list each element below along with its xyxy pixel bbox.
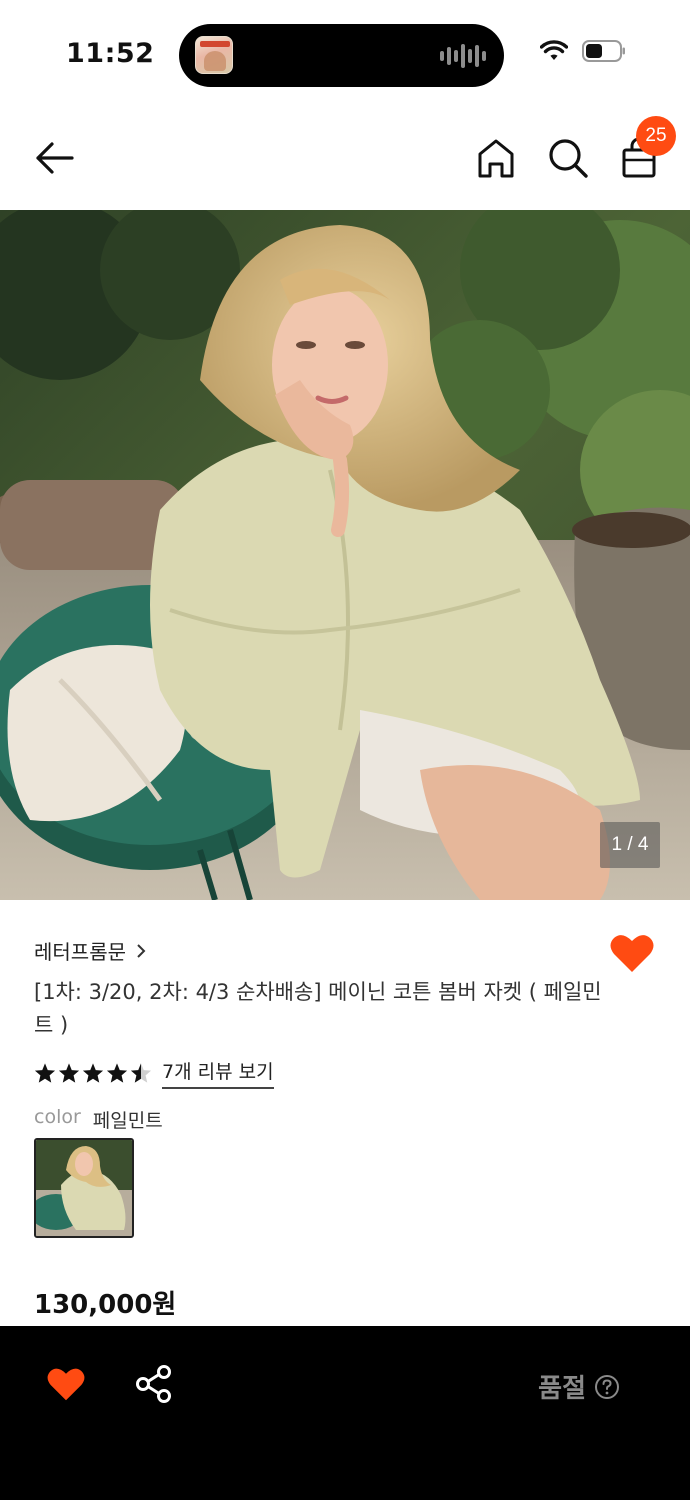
- top-nav-bar: [0, 110, 690, 210]
- color-swatch-thumbnail[interactable]: [34, 1138, 134, 1238]
- star-full-icon: [106, 1063, 128, 1083]
- swatch-photo: [36, 1140, 132, 1236]
- dynamic-island[interactable]: [179, 24, 504, 87]
- brand-link[interactable]: 레터프롬문: [34, 936, 146, 965]
- color-value: 페일민트: [92, 1110, 163, 1132]
- star-full-icon: [34, 1063, 56, 1083]
- bottom-action-bar: 품절: [0, 1326, 690, 1500]
- heart-icon[interactable]: [46, 1366, 86, 1402]
- home-icon[interactable]: [476, 136, 516, 180]
- color-row: color 페일민트: [34, 1106, 163, 1133]
- cart-count-badge: 25: [636, 116, 676, 156]
- product-title: [1차: 3/20, 2차: 4/3 순차배송] 메이닌 코튼 봄버 자켓 ( …: [34, 980, 602, 1037]
- product-price: 130,000원: [34, 1290, 177, 1320]
- chevron-right-icon: [137, 943, 146, 958]
- status-bar: 11:52: [0, 0, 690, 110]
- wishlist-heart-icon[interactable]: [609, 932, 655, 974]
- audio-wave-icon: [440, 43, 486, 69]
- rating-stars: [34, 1062, 152, 1084]
- color-label: color: [34, 1106, 81, 1128]
- share-icon[interactable]: [134, 1364, 174, 1404]
- star-full-icon: [82, 1063, 104, 1083]
- star-full-icon: [58, 1063, 80, 1083]
- sold-out-label: 품절: [538, 1374, 586, 1404]
- wifi-icon: [540, 40, 568, 60]
- rating-row: 7개 리뷰 보기: [34, 1057, 274, 1089]
- sold-out-status: 품절: [538, 1368, 620, 1405]
- status-time: 11:52: [66, 38, 155, 69]
- product-photo: [0, 210, 690, 900]
- review-link[interactable]: 7개 리뷰 보기: [162, 1057, 274, 1089]
- battery-icon: [582, 40, 625, 62]
- product-image-gallery[interactable]: 1 / 4: [0, 210, 690, 900]
- star-half-icon: [130, 1063, 152, 1083]
- status-icons: [540, 40, 626, 62]
- now-playing-thumbnail: [195, 36, 233, 74]
- brand-name: 레터프롬문: [34, 940, 126, 964]
- help-circle-icon[interactable]: [594, 1374, 620, 1400]
- image-counter: 1 / 4: [600, 822, 660, 868]
- search-icon[interactable]: [546, 136, 590, 180]
- back-arrow-icon[interactable]: [30, 136, 80, 180]
